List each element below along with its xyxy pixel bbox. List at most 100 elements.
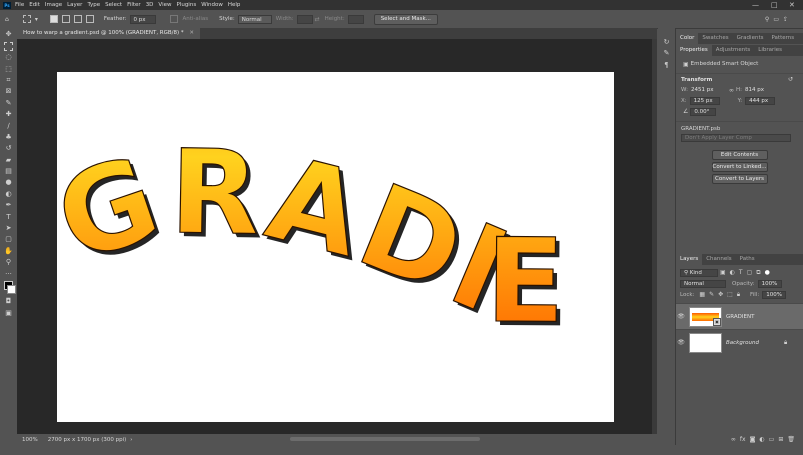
- marquee-tool-icon[interactable]: [22, 15, 31, 23]
- lock-pixels-icon[interactable]: ▦: [699, 291, 705, 298]
- menu-help[interactable]: Help: [228, 2, 241, 8]
- visibility-eye-icon[interactable]: 👁︎: [676, 313, 686, 320]
- close-tab-icon[interactable]: ✕: [189, 30, 194, 36]
- maximize-button[interactable]: □: [771, 1, 778, 9]
- adjustment-layer-icon[interactable]: ◐: [759, 436, 764, 443]
- screen-mode-icon[interactable]: ▣: [4, 309, 13, 318]
- history-brush-tool-icon[interactable]: ↺: [4, 144, 13, 153]
- workspace-icon[interactable]: ▭: [773, 16, 779, 23]
- chevron-down-icon[interactable]: ▾: [35, 16, 38, 23]
- swap-icon[interactable]: ⇄: [315, 16, 320, 23]
- adjustment-filter-icon[interactable]: ◐: [730, 269, 735, 276]
- fx-icon[interactable]: fx: [740, 436, 746, 443]
- antialias-checkbox[interactable]: [169, 15, 178, 23]
- pixel-filter-icon[interactable]: ▣: [720, 269, 726, 276]
- status-arrow-icon[interactable]: ›: [130, 437, 132, 443]
- tab-adjustments[interactable]: Adjustments: [712, 45, 754, 56]
- layer-comp-select[interactable]: Don't Apply Layer Comp: [681, 134, 791, 142]
- brush-settings-icon[interactable]: ✎: [662, 49, 671, 58]
- menu-image[interactable]: Image: [45, 2, 62, 8]
- menu-3d[interactable]: 3D: [146, 2, 154, 8]
- tab-libraries[interactable]: Libraries: [754, 45, 786, 56]
- h-value[interactable]: 814 px: [745, 87, 764, 93]
- opacity-input[interactable]: 100%: [757, 279, 782, 288]
- tab-channels[interactable]: Channels: [702, 254, 735, 265]
- zoom-tool-icon[interactable]: ⚲: [4, 258, 13, 267]
- feather-input[interactable]: 0 px: [129, 14, 156, 24]
- photoshop-logo-icon[interactable]: Ps: [3, 1, 11, 9]
- style-select[interactable]: Normal: [237, 14, 272, 24]
- x-input[interactable]: 125 px: [689, 96, 720, 105]
- menu-window[interactable]: Window: [201, 2, 223, 8]
- share-icon[interactable]: ⇪: [783, 16, 788, 23]
- new-selection-icon[interactable]: [49, 15, 58, 23]
- eraser-tool-icon[interactable]: ▰: [4, 156, 13, 165]
- tab-swatches[interactable]: Swatches: [698, 33, 732, 44]
- tab-layers[interactable]: Layers: [676, 254, 703, 265]
- tab-patterns[interactable]: Patterns: [767, 33, 798, 44]
- new-group-icon[interactable]: ▭: [769, 436, 775, 443]
- color-swatches-icon[interactable]: [4, 280, 16, 295]
- search-icon[interactable]: ⚲: [765, 16, 769, 23]
- close-window-button[interactable]: ✕: [789, 1, 795, 9]
- brush-tool-icon[interactable]: ∕: [4, 122, 13, 131]
- healing-tool-icon[interactable]: ✚: [4, 110, 13, 119]
- y-input[interactable]: 444 px: [745, 96, 776, 105]
- hand-tool-icon[interactable]: ✋: [4, 247, 13, 256]
- tab-properties[interactable]: Properties: [676, 45, 712, 56]
- minimize-button[interactable]: —: [752, 1, 759, 9]
- lock-artboard-icon[interactable]: ⬚: [727, 291, 733, 298]
- shape-tool-icon[interactable]: ▢: [4, 235, 13, 244]
- document-canvas[interactable]: GRADIENT GRADIENT: [57, 72, 614, 422]
- menu-layer[interactable]: Layer: [67, 2, 82, 8]
- layer-row-background[interactable]: 👁︎ Background 🔒︎: [676, 329, 803, 355]
- menu-view[interactable]: View: [158, 2, 171, 8]
- vertical-scrollbar[interactable]: [652, 39, 657, 434]
- clone-stamp-tool-icon[interactable]: ♣: [4, 133, 13, 142]
- convert-to-layers-button[interactable]: Convert to Layers: [711, 174, 768, 184]
- eyedropper-tool-icon[interactable]: ✎: [4, 99, 13, 108]
- link-layers-icon[interactable]: ∞: [731, 436, 736, 443]
- fill-input[interactable]: 100%: [762, 290, 787, 299]
- visibility-eye-icon[interactable]: 👁︎: [676, 339, 686, 346]
- tab-paths[interactable]: Paths: [736, 254, 759, 265]
- shape-filter-icon[interactable]: ▢: [747, 269, 753, 276]
- zoom-level[interactable]: 100%: [22, 437, 38, 443]
- layer-row-gradient[interactable]: 👁︎ ▣ GRADIENT: [676, 303, 803, 329]
- document-tab[interactable]: How to warp a gradient.psd @ 100% (GRADI…: [17, 28, 201, 39]
- more-tools-icon[interactable]: ···: [4, 270, 13, 279]
- new-layer-icon[interactable]: ⊞: [778, 436, 783, 443]
- link-icon[interactable]: ∞: [729, 87, 734, 94]
- lock-all-icon[interactable]: 🔒︎: [737, 291, 740, 299]
- subtract-selection-icon[interactable]: [73, 15, 82, 23]
- lasso-tool-icon[interactable]: ◌: [4, 53, 13, 62]
- filter-kind-select[interactable]: ⚲ Kind: [680, 268, 718, 277]
- convert-to-linked-button[interactable]: Convert to Linked...: [711, 162, 768, 172]
- menu-plugins[interactable]: Plugins: [176, 2, 196, 8]
- blur-tool-icon[interactable]: ●: [4, 178, 13, 187]
- menu-filter[interactable]: Filter: [127, 2, 141, 8]
- home-icon[interactable]: ⌂: [5, 16, 9, 23]
- type-filter-icon[interactable]: T: [739, 269, 743, 276]
- tab-color[interactable]: Color: [676, 33, 699, 44]
- smart-filter-icon[interactable]: ⧉: [756, 269, 760, 277]
- frame-tool-icon[interactable]: ⊠: [4, 87, 13, 96]
- paragraph-panel-icon[interactable]: ¶: [662, 61, 671, 70]
- quick-mask-icon[interactable]: ◘: [4, 297, 13, 306]
- type-tool-icon[interactable]: T: [4, 213, 13, 222]
- lock-paint-icon[interactable]: ✎: [709, 291, 714, 298]
- angle-input[interactable]: 0.00°: [690, 107, 717, 116]
- reset-icon[interactable]: ↺: [788, 76, 793, 83]
- path-select-tool-icon[interactable]: ➤: [4, 224, 13, 233]
- horizontal-scrollbar[interactable]: [290, 437, 480, 441]
- layer-name[interactable]: Background: [726, 340, 782, 346]
- pen-tool-icon[interactable]: ✒: [4, 201, 13, 210]
- add-mask-icon[interactable]: ◙: [750, 436, 756, 443]
- dodge-tool-icon[interactable]: ◐: [4, 190, 13, 199]
- menu-file[interactable]: File: [15, 2, 24, 8]
- width-input[interactable]: [296, 14, 313, 24]
- trash-icon[interactable]: 🗑︎: [787, 436, 795, 443]
- marquee-tool-icon[interactable]: ​: [4, 41, 13, 51]
- intersect-selection-icon[interactable]: [85, 15, 94, 23]
- tab-gradients[interactable]: Gradients: [733, 33, 768, 44]
